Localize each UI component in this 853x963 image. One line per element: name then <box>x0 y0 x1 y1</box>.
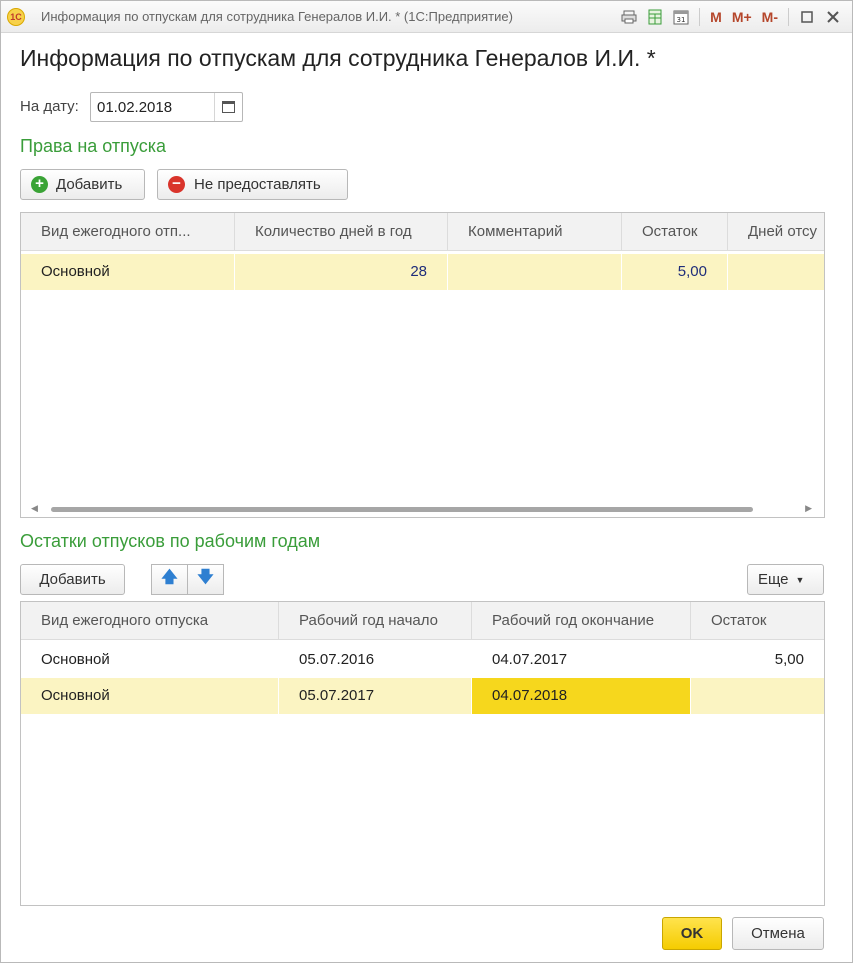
date-value[interactable]: 01.02.2018 <box>97 99 172 116</box>
app-logo-icon: 1С <box>7 8 25 26</box>
page-title: Информация по отпускам для сотрудника Ге… <box>20 45 656 71</box>
print-icon[interactable] <box>618 6 640 28</box>
move-up-button[interactable]: 🡅 <box>151 564 188 595</box>
table-row[interactable]: Основной 05.07.2016 04.07.2017 5,00 <box>21 642 824 678</box>
cell-type[interactable]: Основной <box>21 254 235 290</box>
title-bar-tools: 31 M M+ M- <box>618 6 844 28</box>
window-title: Информация по отпускам для сотрудника Ге… <box>41 9 513 24</box>
ok-button[interactable]: OK <box>662 917 722 950</box>
cell-remaining[interactable] <box>691 678 824 714</box>
rights-add-button[interactable]: + Добавить <box>20 169 145 200</box>
cell-comment[interactable] <box>448 254 622 290</box>
rights-table-header: Вид ежегодного отп... Количество дней в … <box>21 213 824 251</box>
add-icon: + <box>31 176 48 193</box>
balances-table-header: Вид ежегодного отпуска Рабочий год начал… <box>21 602 824 640</box>
deny-button[interactable]: − Не предоставлять <box>157 169 348 200</box>
cell-remaining[interactable]: 5,00 <box>622 254 728 290</box>
cancel-button[interactable]: Отмена <box>732 917 824 950</box>
col-header-remaining[interactable]: Остаток <box>622 213 728 251</box>
date-field[interactable]: 01.02.2018 <box>90 92 243 122</box>
balances-table[interactable]: Вид ежегодного отпуска Рабочий год начал… <box>20 601 825 906</box>
maximize-icon[interactable] <box>796 6 818 28</box>
rights-table[interactable]: Вид ежегодного отп... Количество дней в … <box>20 212 825 518</box>
move-down-button[interactable]: 🡇 <box>187 564 224 595</box>
cell-type[interactable]: Основной <box>21 678 279 714</box>
memory-button[interactable]: M <box>707 6 725 28</box>
cell-remaining[interactable]: 5,00 <box>691 642 824 678</box>
balances-add-button[interactable]: Добавить <box>20 564 125 595</box>
balances-add-label: Добавить <box>39 571 106 588</box>
date-label: На дату: <box>20 98 79 115</box>
scroll-right-icon[interactable]: ▶ <box>805 503 812 514</box>
balances-section-title: Остатки отпусков по рабочим годам <box>20 531 321 551</box>
spreadsheet-icon[interactable] <box>644 6 666 28</box>
col-header-days-absent[interactable]: Дней отсу <box>728 213 824 251</box>
memory-plus-button[interactable]: M+ <box>729 6 755 28</box>
chevron-down-icon: ▼ <box>795 574 805 585</box>
cell-year-end[interactable]: 04.07.2017 <box>472 642 691 678</box>
col-header-days-per-year[interactable]: Количество дней в год <box>235 213 448 251</box>
cell-year-start[interactable]: 05.07.2017 <box>279 678 472 714</box>
toolbar-separator <box>699 8 701 26</box>
date-picker-button[interactable] <box>214 93 242 121</box>
col-header-year-start[interactable]: Рабочий год начало <box>279 602 472 640</box>
deny-icon: − <box>168 176 185 193</box>
col-header-comment[interactable]: Комментарий <box>448 213 622 251</box>
calendar-icon <box>222 101 235 113</box>
col-header-remaining[interactable]: Остаток <box>691 602 824 640</box>
dialog-window: 1С Информация по отпускам для сотрудника… <box>0 0 853 963</box>
col-header-year-end[interactable]: Рабочий год окончание <box>472 602 691 640</box>
cell-year-end[interactable]: 04.07.2018 <box>472 678 691 714</box>
cell-year-start[interactable]: 05.07.2016 <box>279 642 472 678</box>
arrow-up-icon: 🡅 <box>161 569 178 586</box>
col-header-type[interactable]: Вид ежегодного отп... <box>21 213 235 251</box>
toolbar-separator <box>788 8 789 26</box>
more-label: Еще <box>758 571 789 588</box>
col-header-type[interactable]: Вид ежегодного отпуска <box>21 602 279 640</box>
rights-add-label: Добавить <box>56 176 123 193</box>
table-row[interactable]: Основной 28 5,00 <box>21 254 824 290</box>
cell-days-absent[interactable] <box>728 254 824 290</box>
scroll-left-icon[interactable]: ◀ <box>31 503 38 514</box>
close-icon[interactable] <box>822 6 844 28</box>
cell-type[interactable]: Основной <box>21 642 279 678</box>
memory-minus-button[interactable]: M- <box>759 6 781 28</box>
scrollbar-thumb[interactable] <box>51 507 753 512</box>
arrow-down-icon: 🡇 <box>197 569 214 586</box>
title-bar: 1С Информация по отпускам для сотрудника… <box>1 1 852 33</box>
more-button[interactable]: Еще ▼ <box>747 564 824 595</box>
cell-days-per-year[interactable]: 28 <box>235 254 448 290</box>
svg-text:31: 31 <box>677 16 686 24</box>
rights-section-title: Права на отпуска <box>20 136 166 156</box>
horizontal-scrollbar[interactable]: ◀ ▶ <box>21 499 824 517</box>
table-row[interactable]: Основной 05.07.2017 04.07.2018 <box>21 678 824 714</box>
calendar-icon[interactable]: 31 <box>670 6 692 28</box>
deny-label: Не предоставлять <box>194 176 321 193</box>
